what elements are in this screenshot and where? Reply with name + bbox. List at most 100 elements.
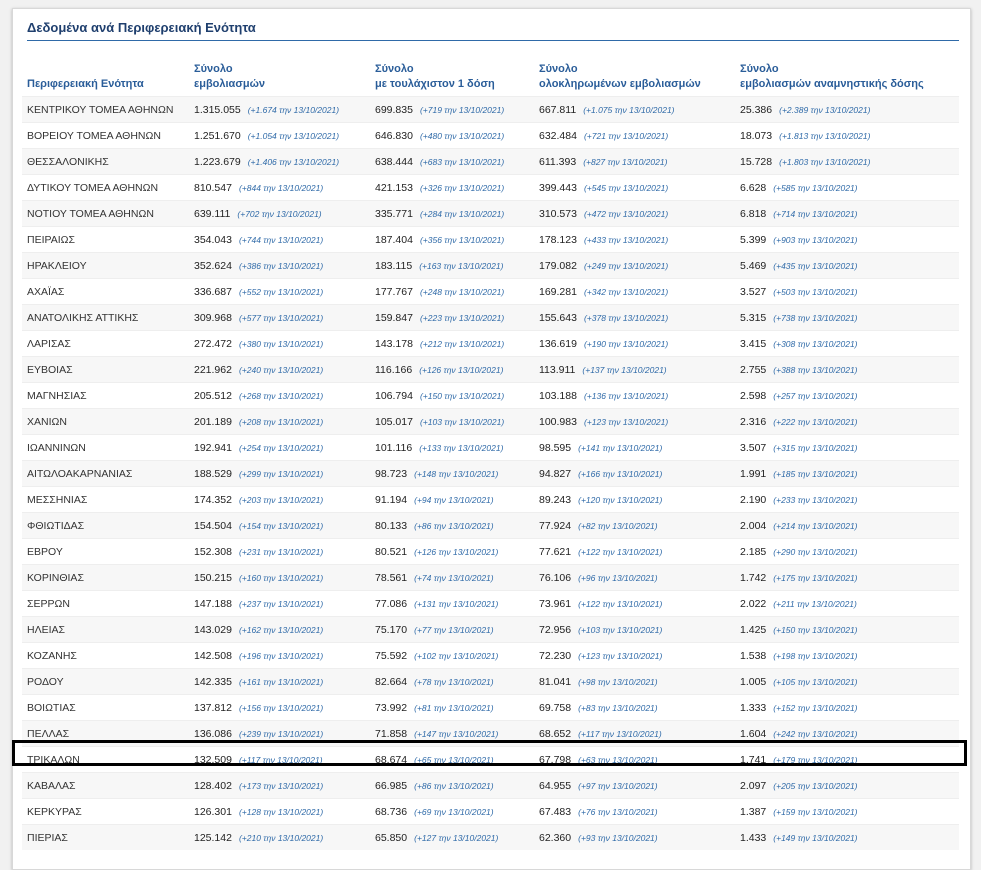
- table-row: ΒΟΙΩΤΙΑΣ 137.812 (+156 την 13/10/2021) 73.9…: [22, 694, 959, 721]
- fully-vaccinated-cell: 77.621 (+122 την 13/10/2021): [534, 538, 735, 565]
- fully-vaccinated-value: 632.484: [539, 129, 577, 142]
- total-vaccinations-cell: 221.962 (+240 την 13/10/2021): [189, 356, 370, 383]
- table-row-highlighted: ΤΡΙΚΑΛΩΝ 132.509 (+117 την 13/10/2021) 68.6…: [22, 746, 959, 773]
- regional-vaccination-table: Περιφερειακή Ενότητα Σύνολο εμβολιασμών Σύν…: [22, 50, 959, 850]
- table-row: ΛΑΡΙΣΑΣ 272.472 (+380 την 13/10/2021) 143.1…: [22, 330, 959, 357]
- at-least-one-dose-value: 183.115: [375, 259, 413, 272]
- fully-vaccinated-cell: 178.123 (+433 την 13/10/2021): [534, 226, 735, 253]
- total-vaccinations-daily-change: (+380 την 13/10/2021): [238, 338, 324, 349]
- table-header: Περιφερειακή Ενότητα Σύνολο εμβολιασμών Σύν…: [22, 50, 959, 97]
- total-vaccinations-cell: 136.086 (+239 την 13/10/2021): [189, 720, 370, 747]
- at-least-one-dose-daily-change: (+86 την 13/10/2021): [414, 780, 494, 791]
- at-least-one-dose-daily-change: (+81 την 13/10/2021): [414, 702, 494, 713]
- total-vaccinations-cell: 810.547 (+844 την 13/10/2021): [189, 174, 370, 201]
- at-least-one-dose-cell: 183.115 (+163 την 13/10/2021): [370, 252, 534, 279]
- fully-vaccinated-value: 611.393: [539, 155, 577, 168]
- fully-vaccinated-daily-change: (+63 την 13/10/2021): [578, 754, 658, 765]
- at-least-one-dose-cell: 421.153 (+326 την 13/10/2021): [370, 174, 534, 201]
- region-name: ΚΑΒΑΛΑΣ: [22, 772, 189, 799]
- at-least-one-dose-cell: 159.847 (+223 την 13/10/2021): [370, 304, 534, 331]
- at-least-one-dose-value: 143.178: [375, 337, 413, 350]
- at-least-one-dose-cell: 75.592 (+102 την 13/10/2021): [370, 642, 534, 669]
- fully-vaccinated-cell: 100.983 (+123 την 13/10/2021): [534, 408, 735, 435]
- total-vaccinations-daily-change: (+231 την 13/10/2021): [238, 546, 324, 557]
- booster-doses-daily-change: (+257 την 13/10/2021): [773, 390, 858, 401]
- region-name: ΦΘΙΩΤΙΔΑΣ: [22, 512, 189, 539]
- fully-vaccinated-daily-change: (+342 την 13/10/2021): [583, 286, 669, 297]
- total-vaccinations-cell: 272.472 (+380 την 13/10/2021): [189, 330, 370, 357]
- region-name: ΜΕΣΣΗΝΙΑΣ: [22, 486, 189, 513]
- at-least-one-dose-value: 638.444: [375, 155, 413, 168]
- fully-vaccinated-value: 69.758: [539, 701, 572, 714]
- region-name: ΚΕΝΤΡΙΚΟΥ ΤΟΜΕΑ ΑΘΗΝΩΝ: [22, 96, 189, 123]
- total-vaccinations-value: 272.472: [194, 337, 232, 350]
- total-vaccinations-value: 136.086: [194, 727, 232, 740]
- booster-doses-value: 1.005: [740, 675, 767, 688]
- booster-doses-cell: 3.507 (+315 την 13/10/2021): [735, 434, 959, 461]
- fully-vaccinated-value: 179.082: [539, 259, 577, 272]
- fully-vaccinated-value: 399.443: [539, 181, 577, 194]
- total-vaccinations-daily-change: (+161 την 13/10/2021): [238, 676, 324, 687]
- booster-doses-value: 1.741: [740, 753, 767, 766]
- total-vaccinations-value: 150.215: [194, 571, 232, 584]
- booster-doses-value: 1.333: [740, 701, 767, 714]
- region-name: ΗΡΑΚΛΕΙΟΥ: [22, 252, 189, 279]
- table-row: ΦΘΙΩΤΙΔΑΣ 154.504 (+154 την 13/10/2021) 80.…: [22, 512, 959, 539]
- fully-vaccinated-daily-change: (+433 την 13/10/2021): [583, 234, 669, 245]
- total-vaccinations-daily-change: (+577 την 13/10/2021): [238, 312, 324, 323]
- booster-doses-daily-change: (+198 την 13/10/2021): [773, 650, 858, 661]
- booster-doses-cell: 1.538 (+198 την 13/10/2021): [735, 642, 959, 669]
- total-vaccinations-cell: 201.189 (+208 την 13/10/2021): [189, 408, 370, 435]
- total-vaccinations-cell: 152.308 (+231 την 13/10/2021): [189, 538, 370, 565]
- fully-vaccinated-daily-change: (+166 την 13/10/2021): [578, 468, 663, 479]
- fully-vaccinated-cell: 76.106 (+96 την 13/10/2021): [534, 564, 735, 591]
- at-least-one-dose-cell: 335.771 (+284 την 13/10/2021): [370, 200, 534, 227]
- booster-doses-daily-change: (+205 την 13/10/2021): [773, 780, 858, 791]
- booster-doses-daily-change: (+175 την 13/10/2021): [773, 572, 858, 583]
- panel-title: Δεδομένα ανά Περιφερειακή Ενότητα: [27, 20, 256, 35]
- at-least-one-dose-value: 699.835: [375, 103, 413, 116]
- at-least-one-dose-value: 68.674: [375, 753, 408, 766]
- table-row: ΚΟΖΑΝΗΣ 142.508 (+196 την 13/10/2021) 75.59…: [22, 642, 959, 669]
- total-vaccinations-value: 137.812: [194, 701, 232, 714]
- booster-doses-cell: 1.991 (+185 την 13/10/2021): [735, 460, 959, 487]
- total-vaccinations-daily-change: (+160 την 13/10/2021): [238, 572, 324, 583]
- table-row: ΠΕΙΡΑΙΩΣ 354.043 (+744 την 13/10/2021) 187.…: [22, 226, 959, 253]
- at-least-one-dose-cell: 82.664 (+78 την 13/10/2021): [370, 668, 534, 695]
- total-vaccinations-value: 205.512: [194, 389, 232, 402]
- booster-doses-cell: 2.755 (+388 την 13/10/2021): [735, 356, 959, 383]
- table-row: ΒΟΡΕΙΟΥ ΤΟΜΕΑ ΑΘΗΝΩΝ 1.251.670 (+1.054 την…: [22, 122, 959, 149]
- booster-doses-cell: 3.527 (+503 την 13/10/2021): [735, 278, 959, 305]
- at-least-one-dose-cell: 71.858 (+147 την 13/10/2021): [370, 720, 534, 747]
- at-least-one-dose-cell: 77.086 (+131 την 13/10/2021): [370, 590, 534, 617]
- region-name: ΚΟΡΙΝΘΙΑΣ: [22, 564, 189, 591]
- at-least-one-dose-daily-change: (+150 την 13/10/2021): [419, 390, 505, 401]
- total-vaccinations-value: 128.402: [194, 779, 232, 792]
- fully-vaccinated-cell: 399.443 (+545 την 13/10/2021): [534, 174, 735, 201]
- region-name: ΒΟΙΩΤΙΑΣ: [22, 694, 189, 721]
- at-least-one-dose-cell: 80.521 (+126 την 13/10/2021): [370, 538, 534, 565]
- total-vaccinations-cell: 142.508 (+196 την 13/10/2021): [189, 642, 370, 669]
- at-least-one-dose-value: 71.858: [375, 727, 408, 740]
- at-least-one-dose-value: 177.767: [375, 285, 413, 298]
- at-least-one-dose-daily-change: (+326 την 13/10/2021): [419, 182, 505, 193]
- table-row: ΕΥΒΟΙΑΣ 221.962 (+240 την 13/10/2021) 116.1…: [22, 356, 959, 383]
- total-vaccinations-daily-change: (+210 την 13/10/2021): [238, 832, 324, 843]
- at-least-one-dose-value: 421.153: [375, 181, 413, 194]
- at-least-one-dose-cell: 80.133 (+86 την 13/10/2021): [370, 512, 534, 539]
- at-least-one-dose-daily-change: (+356 την 13/10/2021): [419, 234, 505, 245]
- at-least-one-dose-value: 68.736: [375, 805, 408, 818]
- total-vaccinations-cell: 639.111 (+702 την 13/10/2021): [189, 200, 370, 227]
- total-vaccinations-daily-change: (+268 την 13/10/2021): [238, 390, 324, 401]
- at-least-one-dose-cell: 699.835 (+719 την 13/10/2021): [370, 96, 534, 123]
- booster-doses-daily-change: (+152 την 13/10/2021): [773, 702, 858, 713]
- region-name: ΙΩΑΝΝΙΝΩΝ: [22, 434, 189, 461]
- at-least-one-dose-cell: 143.178 (+212 την 13/10/2021): [370, 330, 534, 357]
- region-name: ΚΕΡΚΥΡΑΣ: [22, 798, 189, 825]
- fully-vaccinated-daily-change: (+117 την 13/10/2021): [578, 728, 662, 739]
- at-least-one-dose-value: 106.794: [375, 389, 413, 402]
- fully-vaccinated-daily-change: (+122 την 13/10/2021): [578, 546, 663, 557]
- total-vaccinations-daily-change: (+208 την 13/10/2021): [238, 416, 324, 427]
- fully-vaccinated-daily-change: (+103 την 13/10/2021): [578, 624, 663, 635]
- total-vaccinations-value: 1.223.679: [194, 155, 241, 168]
